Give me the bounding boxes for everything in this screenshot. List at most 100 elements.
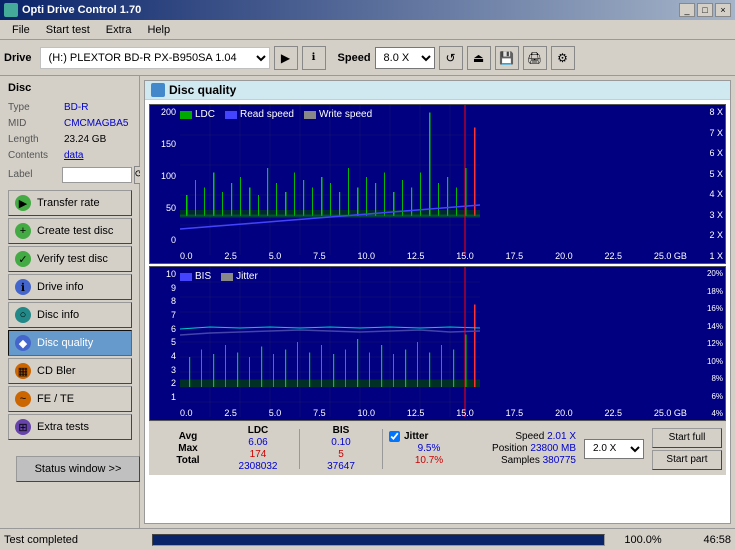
disc-contents-label: Contents <box>8 148 60 164</box>
bottom-chart-y-labels: 10 9 8 7 6 5 4 3 2 1 <box>150 267 178 404</box>
legend-jitter-label: Jitter <box>236 271 258 282</box>
menu-file[interactable]: File <box>4 22 38 38</box>
start-part-btn[interactable]: Start part <box>652 450 722 470</box>
status-text: Test completed <box>4 534 144 546</box>
sidebar-btn-transfer-rate-label: Transfer rate <box>37 197 100 209</box>
create-test-disc-icon: + <box>15 223 31 239</box>
sidebar-btn-fe-te[interactable]: ~ FE / TE <box>8 386 132 412</box>
stats-divider-1 <box>299 429 300 469</box>
disc-label-input[interactable] <box>62 167 132 183</box>
disc-info-icon: ○ <box>15 307 31 323</box>
app-icon <box>4 3 18 17</box>
jitter-checkbox[interactable] <box>389 431 400 442</box>
status-window-btn[interactable]: Status window >> <box>16 456 140 482</box>
top-chart-x-axis: 0.0 2.5 5.0 7.5 10.0 12.5 15.0 17.5 20.0… <box>180 251 687 263</box>
settings-btn[interactable]: ⚙ <box>551 46 575 70</box>
progress-pct: 100.0% <box>613 534 673 546</box>
speed-label-stat: Speed <box>515 431 547 442</box>
disc-length-value: 23.24 GB <box>64 132 106 148</box>
stats-ldc-header: LDC <box>223 425 293 436</box>
disc-quality-icon: ◆ <box>15 335 31 351</box>
sidebar-btn-disc-quality[interactable]: ◆ Disc quality <box>8 330 132 356</box>
stats-ldc-total: 2308032 <box>223 461 293 472</box>
titlebar: Opti Drive Control 1.70 _ □ × <box>0 0 735 20</box>
samples-label: Samples <box>501 455 543 466</box>
stats-divider-2 <box>382 429 383 469</box>
panel-header-icon <box>151 83 165 97</box>
top-chart-y-labels: 200 150 100 50 0 <box>150 105 178 247</box>
sidebar-btn-create-test-disc[interactable]: + Create test disc <box>8 218 132 244</box>
sidebar-btn-extra-tests-label: Extra tests <box>37 421 89 433</box>
stats-bis-header: BIS <box>306 425 376 436</box>
sidebar-btn-drive-info-label: Drive info <box>37 281 83 293</box>
stats-max-label: Max <box>153 443 223 454</box>
legend-ldc: LDC <box>180 109 215 120</box>
disc-length-label: Length <box>8 132 60 148</box>
menu-help[interactable]: Help <box>139 22 178 38</box>
position-val: 23800 MB <box>530 443 576 454</box>
legend-ldc-label: LDC <box>195 109 215 120</box>
stats-row: Avg Max Total LDC 6.06 174 2308032 BIS 0… <box>149 421 726 475</box>
menu-start-test[interactable]: Start test <box>38 22 98 38</box>
load-btn[interactable]: ⏏ <box>467 46 491 70</box>
menu-extra[interactable]: Extra <box>98 22 140 38</box>
sidebar-btn-extra-tests[interactable]: ⊞ Extra tests <box>8 414 132 440</box>
sidebar-btn-disc-info-label: Disc info <box>37 309 79 321</box>
legend-read-speed: Read speed <box>225 109 294 120</box>
sidebar-btn-disc-info[interactable]: ○ Disc info <box>8 302 132 328</box>
stats-bis-max: 5 <box>306 449 376 460</box>
drive-select-area: (H:) PLEXTOR BD-R PX-B950SA 1.04 <box>40 47 270 69</box>
stats-speed-dropdown[interactable]: 2.0 X <box>584 439 644 459</box>
sidebar-btn-verify-test-disc[interactable]: ✓ Verify test disc <box>8 246 132 272</box>
status-window-label: Status window >> <box>35 463 122 475</box>
disc-mid-label: MID <box>8 116 60 132</box>
legend-bis-label: BIS <box>195 271 211 282</box>
sidebar-btn-cd-bler[interactable]: ▦ CD Bler <box>8 358 132 384</box>
disc-section: Disc Type BD-R MID CMCMAGBA5 Length 23.2… <box>0 80 139 188</box>
top-chart-svg <box>180 105 480 255</box>
bottom-chart: BIS Jitter 10 9 8 7 6 5 <box>149 266 726 421</box>
transfer-rate-icon: ▶ <box>15 195 31 211</box>
start-full-btn[interactable]: Start full <box>652 428 722 448</box>
drive-dropdown[interactable]: (H:) PLEXTOR BD-R PX-B950SA 1.04 <box>40 47 270 69</box>
close-btn[interactable]: × <box>715 3 731 17</box>
stats-speed-section: Speed 2.01 X Position 23800 MB Samples 3… <box>476 431 576 466</box>
speed-val: 2.01 X <box>547 431 576 442</box>
maximize-btn[interactable]: □ <box>697 3 713 17</box>
legend-read-speed-label: Read speed <box>240 109 294 120</box>
sidebar: Disc Type BD-R MID CMCMAGBA5 Length 23.2… <box>0 76 140 528</box>
print-btn[interactable]: 🖨 <box>523 46 547 70</box>
stats-bis-avg: 0.10 <box>306 437 376 448</box>
save-btn[interactable]: 💾 <box>495 46 519 70</box>
eject-btn[interactable]: ↺ <box>439 46 463 70</box>
menubar: File Start test Extra Help <box>0 20 735 40</box>
stats-total-label: Total <box>153 455 223 466</box>
jitter-header: Jitter <box>389 431 469 442</box>
stats-ldc-avg: 6.06 <box>223 437 293 448</box>
stats-jitter-max: 10.7% <box>389 455 469 466</box>
bottom-chart-x-axis: 0.0 2.5 5.0 7.5 10.0 12.5 15.0 17.5 20.0… <box>180 408 687 420</box>
drive-refresh-btn[interactable]: ▶ <box>274 46 298 70</box>
speed-dropdown[interactable]: 8.0 X <box>375 47 435 69</box>
stats-avg-label: Avg <box>153 431 223 442</box>
drive-label: Drive <box>4 52 32 64</box>
legend-write-speed-label: Write speed <box>319 109 372 120</box>
fe-te-icon: ~ <box>15 391 31 407</box>
bottom-chart-svg <box>180 267 480 417</box>
titlebar-controls[interactable]: _ □ × <box>679 3 731 17</box>
sidebar-btn-transfer-rate[interactable]: ▶ Transfer rate <box>8 190 132 216</box>
disc-contents-value[interactable]: data <box>64 148 83 164</box>
top-chart-legend: LDC Read speed Write speed <box>180 109 372 120</box>
legend-bis: BIS <box>180 271 211 282</box>
legend-write-speed-color <box>304 111 316 119</box>
minimize-btn[interactable]: _ <box>679 3 695 17</box>
legend-write-speed: Write speed <box>304 109 372 120</box>
sidebar-btn-drive-info[interactable]: ℹ Drive info <box>8 274 132 300</box>
drive-info-btn[interactable]: ℹ <box>302 46 326 70</box>
progress-bar-fill <box>153 535 604 545</box>
app-title: Opti Drive Control 1.70 <box>22 4 141 16</box>
btn-section: Start full Start part <box>652 428 722 470</box>
panel-title: Disc quality <box>169 83 236 97</box>
legend-jitter-color <box>221 273 233 281</box>
disc-section-title: Disc <box>0 80 139 96</box>
